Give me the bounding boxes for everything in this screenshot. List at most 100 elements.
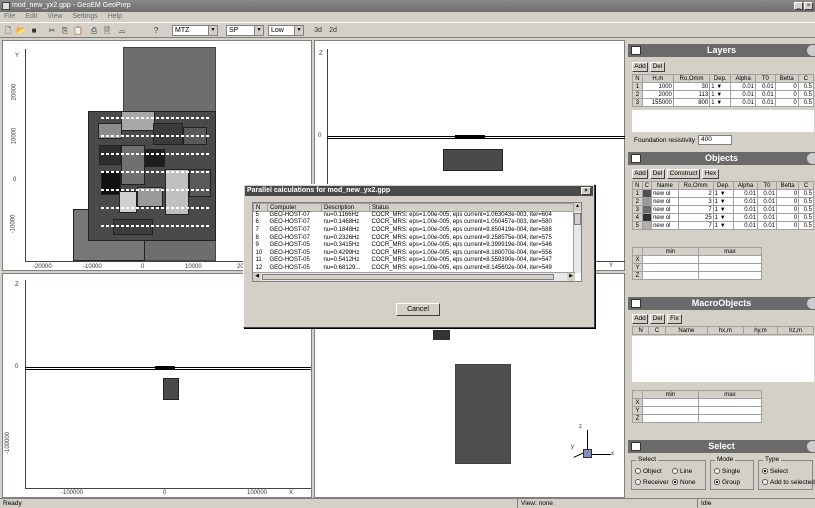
cell[interactable] [642, 398, 699, 407]
macroobjects-table[interactable]: N C Name hx,m hy,m hz,m [631, 326, 814, 335]
table-row[interactable]: 4 new ol 25 1 ▼ 0.01 0.01 0 0.5 [632, 213, 814, 222]
cell[interactable]: 1 ▼ [709, 90, 732, 99]
color-swatch[interactable] [641, 221, 653, 230]
menu-help[interactable]: Help [108, 13, 122, 20]
cell[interactable] [642, 255, 699, 264]
column-header[interactable]: N [253, 203, 268, 212]
cell[interactable]: 155000 [641, 98, 674, 107]
model-block[interactable] [443, 149, 503, 171]
cell[interactable]: 0.01 [733, 213, 758, 222]
cell[interactable]: 0 [774, 82, 799, 91]
model-block[interactable] [99, 145, 121, 165]
cell[interactable]: 0.01 [755, 82, 776, 91]
print-preview-icon[interactable]: 🗎 [101, 25, 113, 36]
cell[interactable]: 0.5 [798, 221, 814, 230]
model-block[interactable] [121, 111, 155, 131]
collapse-icon[interactable] [807, 45, 815, 56]
cell[interactable]: 0.01 [756, 213, 778, 222]
cut-icon[interactable]: ✂ [46, 25, 58, 36]
cell[interactable]: 0.01 [755, 90, 776, 99]
table-row[interactable]: Z [632, 271, 763, 280]
cell[interactable]: 0.5 [798, 205, 814, 214]
cell[interactable]: 0.01 [756, 205, 778, 214]
cell[interactable]: 0.01 [756, 221, 778, 230]
cell[interactable]: new ol [651, 197, 679, 206]
cell[interactable]: new ol [651, 189, 679, 198]
chevron-down-icon[interactable]: ▼ [720, 191, 726, 197]
table-row[interactable]: 5 new ol 7 1 ▼ 0.01 0.01 0 0.5 [632, 221, 814, 230]
objects-del-button[interactable]: Del [650, 169, 665, 179]
cancel-button[interactable]: Cancel [396, 303, 440, 316]
objects-minmax-table[interactable]: min max X Y Z [632, 247, 763, 280]
cell[interactable]: 1 ▼ [712, 205, 735, 214]
cell[interactable]: 0.5 [798, 213, 814, 222]
table-row[interactable]: 10 GEO-HOST-05 nu=0.4299Hz COCR_MRS: eps=1.… [254, 249, 575, 257]
cell[interactable]: 0 [776, 197, 800, 206]
objects-construct-button[interactable]: Construct [667, 169, 700, 179]
cell[interactable]: 0.5 [798, 197, 814, 206]
cell[interactable]: 0.01 [730, 90, 757, 99]
cell[interactable]: 30 [672, 82, 711, 91]
view-2d-button[interactable]: 2d [326, 25, 340, 36]
radio-single[interactable]: Single [714, 468, 740, 475]
cell[interactable] [697, 414, 763, 423]
cell[interactable] [697, 406, 763, 415]
chart-icon[interactable]: ⌓ [116, 25, 128, 36]
table-row[interactable]: 8 GEO-HOST-07 nu=0.2326Hz COCR_MRS: eps=1.0… [254, 234, 575, 242]
model-block[interactable] [163, 378, 179, 400]
menu-file[interactable]: File [4, 13, 15, 20]
cell[interactable]: 0 [776, 221, 800, 230]
collapse-icon[interactable] [807, 298, 815, 309]
cell[interactable]: 0.5 [798, 189, 814, 198]
cell[interactable]: 1 ▼ [712, 197, 735, 206]
source-combo[interactable]: SP ▼ [226, 25, 264, 36]
objects-hex-button[interactable]: Hex [702, 169, 719, 179]
cell[interactable]: 1 ▼ [712, 213, 735, 222]
cell[interactable]: 0 [776, 205, 800, 214]
cell[interactable]: 800 [672, 98, 711, 107]
horizontal-scrollbar[interactable]: ◀ ▶ [253, 272, 575, 281]
scroll-thumb[interactable] [574, 213, 581, 225]
table-row[interactable]: 6 GEO-HOST-07 nu=0.1468Hz COCR_MRS: eps=1.0… [254, 219, 575, 227]
calculations-list[interactable]: N Computer Description Status 5 GEO-HOST-… [252, 202, 582, 282]
menu-edit[interactable]: Edit [25, 13, 37, 20]
cell[interactable] [697, 271, 763, 280]
chevron-down-icon[interactable]: ▼ [716, 100, 722, 106]
cell[interactable] [642, 414, 699, 423]
cell[interactable]: 0.01 [733, 197, 758, 206]
objects-add-button[interactable]: Add [632, 169, 648, 179]
cell[interactable] [697, 263, 763, 272]
table-row[interactable]: 2 2000 113 1 ▼ 0.01 0.01 0 0.5 [632, 90, 815, 99]
cell[interactable]: 7 [677, 205, 714, 214]
cell[interactable]: 0 [774, 98, 799, 107]
cell[interactable]: 7 [677, 221, 714, 230]
cell[interactable]: 0.01 [730, 82, 757, 91]
cell[interactable]: new ol [651, 213, 679, 222]
table-row[interactable]: Y [632, 263, 763, 272]
minimize-icon[interactable]: _ [794, 2, 803, 10]
table-row[interactable]: Z [632, 414, 763, 423]
column-header[interactable]: Description [321, 203, 370, 212]
color-swatch[interactable] [641, 213, 653, 222]
chevron-down-icon[interactable]: ▼ [720, 223, 726, 229]
radio-none[interactable]: None [672, 479, 696, 486]
table-row[interactable]: 9 GEO-HOST-05 nu=0.3415Hz COCR_MRS: eps=1.0… [254, 242, 575, 250]
close-icon[interactable]: × [804, 2, 813, 10]
cell[interactable]: 0.01 [756, 197, 778, 206]
save-icon[interactable]: ■ [28, 25, 40, 36]
scroll-left-icon[interactable]: ◀ [253, 273, 261, 281]
collapse-icon[interactable] [807, 441, 815, 452]
table-row[interactable]: 2 new ol 3 1 ▼ 0.01 0.01 0 0.5 [632, 197, 814, 206]
table-row[interactable]: 11 GEO-HOST-05 nu=0.5412Hz COCR_MRS: eps=1.… [254, 257, 575, 265]
table-row[interactable]: 1 1000 30 1 ▼ 0.01 0.01 0 0.5 [632, 82, 815, 91]
cell[interactable]: 1 ▼ [709, 98, 732, 107]
cell[interactable]: 0 [776, 213, 800, 222]
view-3d-button[interactable]: 3d [311, 25, 325, 36]
model-block[interactable] [153, 123, 183, 145]
radio-select[interactable]: Select [762, 468, 788, 475]
menu-settings[interactable]: Settings [72, 13, 97, 20]
macro-minmax-table[interactable]: min max X Y Z [632, 390, 763, 423]
model-block[interactable] [101, 171, 121, 195]
open-folder-icon[interactable]: 📂 [15, 25, 27, 36]
vertical-scrollbar[interactable]: ▲ [573, 203, 581, 273]
